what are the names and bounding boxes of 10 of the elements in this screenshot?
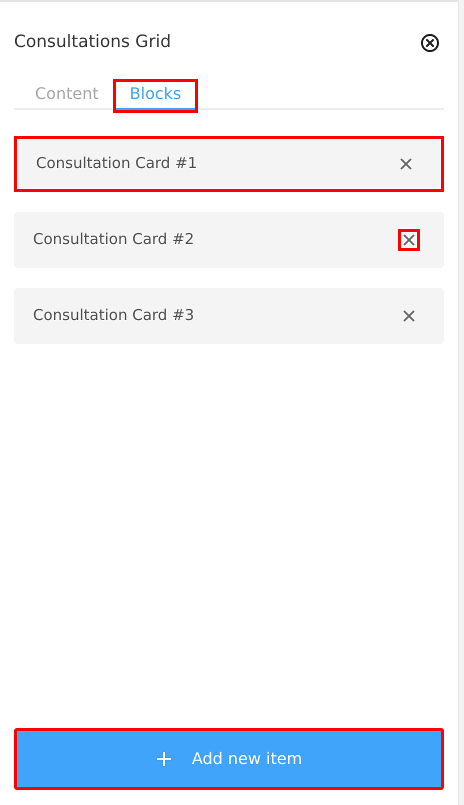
block-card[interactable]: Consultation Card #2 [14, 212, 444, 268]
card-label: Consultation Card #3 [33, 305, 194, 326]
plus-icon [156, 751, 172, 767]
close-icon[interactable] [420, 32, 440, 53]
panel-title: Consultations Grid [14, 31, 171, 54]
card-label: Consultation Card #2 [33, 229, 194, 250]
card-label: Consultation Card #1 [36, 153, 198, 174]
remove-icon[interactable] [398, 228, 420, 250]
block-card[interactable]: Consultation Card #1 [14, 136, 444, 192]
block-card[interactable]: Consultation Card #3 [14, 288, 444, 344]
